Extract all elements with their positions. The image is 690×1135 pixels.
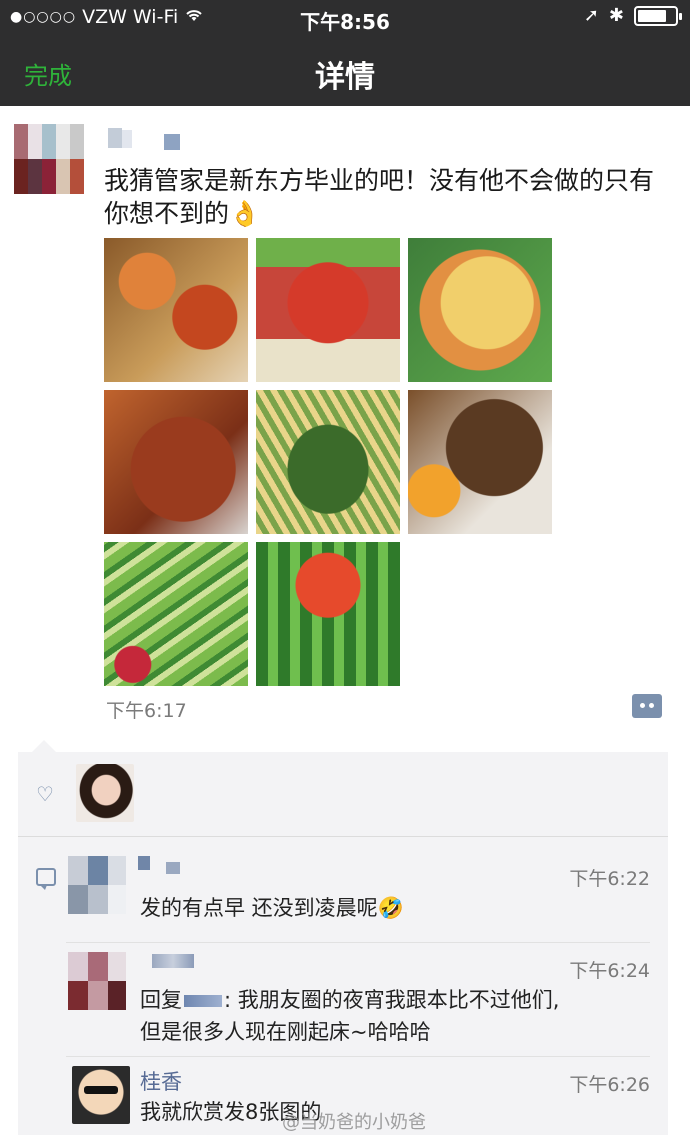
photo-3[interactable] [408,238,552,382]
photo-8[interactable] [256,542,400,686]
comment-text: 发的有点早 还没到凌晨呢🤣 [140,896,404,920]
likes-divider [18,836,668,837]
status-right: ➚ ✱ [583,5,682,26]
comment-menu-icon[interactable] [632,694,662,718]
comment-avatar[interactable] [68,856,126,914]
top-bar: ●○○○○ VZW Wi-Fi 下午8:56 ➚ ✱ 完成 详情 [0,0,690,106]
likes-arrow [32,740,56,752]
post-time: 下午6:17 [106,700,187,722]
status-bar: ●○○○○ VZW Wi-Fi 下午8:56 ➚ ✱ [0,0,690,34]
bluetooth-icon: ✱ [608,5,624,26]
comment-name-blurred[interactable] [138,856,180,874]
photo-7[interactable] [104,542,248,686]
post-text: 我猜管家是新东方毕业的吧！没有他不会做的只有你想不到的👌 [104,166,655,228]
comment-avatar[interactable] [72,1066,130,1124]
location-arrow-icon: ➚ [583,5,599,26]
comment-time: 下午6:26 [569,1074,650,1096]
comment-text: 回复 : 我朋友圈的夜宵我跟本比不过他们, 但是很多人现在刚起床~哈哈哈 [140,984,640,1048]
poster-avatar[interactable] [14,124,84,194]
comment-name-blurred[interactable] [152,954,194,970]
comment-avatar[interactable] [68,952,126,1010]
reply-text-line1: : 我朋友圈的夜宵我跟本比不过他们, [224,988,560,1012]
reply-text-line2: 但是很多人现在刚起床~哈哈哈 [140,1020,431,1044]
comment-time: 下午6:22 [569,868,650,890]
comment-reply-line: 回复 : 我朋友圈的夜宵我跟本比不过他们, [140,984,640,1016]
photo-2[interactable] [256,238,400,382]
reply-prefix: 回复 [140,988,182,1012]
photo-5[interactable] [256,390,400,534]
comment-icon [36,868,56,890]
comment-divider [66,942,650,943]
photo-4[interactable] [104,390,248,534]
battery-icon [634,5,682,26]
comment-author-name[interactable]: 桂香 [140,1066,182,1096]
page-title: 详情 [315,60,375,95]
poster-name-blurred[interactable] [108,128,180,150]
photo-6[interactable] [408,390,552,534]
watermark: @当奶爸的小奶爸 [282,1112,426,1133]
heart-icon: ♡ [36,782,54,806]
comment-divider [66,1056,650,1057]
reply-target-blurred[interactable] [184,995,222,1007]
comment-time: 下午6:24 [569,960,650,982]
photo-1[interactable] [104,238,248,382]
photo-grid [104,238,552,686]
liker-avatar[interactable] [76,764,134,822]
